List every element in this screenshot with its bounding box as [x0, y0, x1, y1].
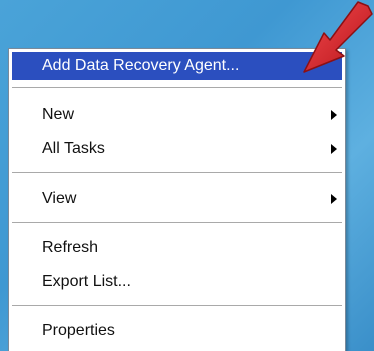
- menu-separator: [12, 172, 342, 174]
- menu-item-label: Add Data Recovery Agent...: [42, 57, 240, 74]
- menu-separator: [12, 305, 342, 307]
- submenu-arrow-icon: [331, 110, 337, 120]
- menu-item-all-tasks[interactable]: All Tasks: [9, 133, 345, 165]
- menu-item-label: New: [42, 106, 75, 123]
- menu-item-label: Properties: [42, 322, 115, 339]
- menu-item-label: Refresh: [42, 239, 99, 256]
- menu-item-label: All Tasks: [42, 140, 105, 157]
- menu-separator: [12, 222, 342, 224]
- context-menu: Add Data Recovery Agent... New All Tasks…: [8, 48, 346, 351]
- submenu-arrow-icon: [331, 194, 337, 204]
- menu-item-refresh[interactable]: Refresh: [9, 232, 345, 264]
- menu-separator: [12, 87, 342, 89]
- menu-item-label: View: [42, 190, 77, 207]
- menu-item-label: Export List...: [42, 273, 131, 290]
- menu-item-export-list[interactable]: Export List...: [9, 266, 345, 298]
- red-arrow-icon: [303, 1, 373, 73]
- menu-item-new[interactable]: New: [9, 99, 345, 131]
- menu-item-view[interactable]: View: [9, 183, 345, 215]
- submenu-arrow-icon: [331, 144, 337, 154]
- menu-item-properties[interactable]: Properties: [9, 315, 345, 347]
